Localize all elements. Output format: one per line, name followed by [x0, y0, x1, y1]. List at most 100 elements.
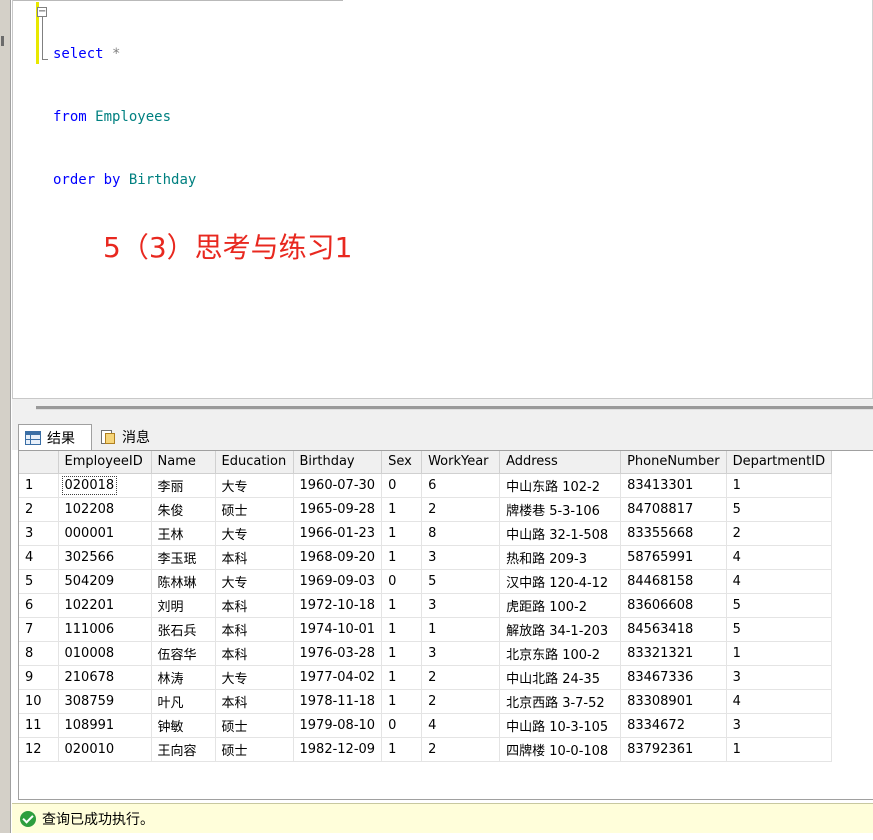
table-cell[interactable]: 102201: [58, 593, 152, 618]
table-cell[interactable]: 108991: [58, 713, 152, 738]
table-cell[interactable]: 大专: [215, 521, 294, 546]
table-cell[interactable]: 中山路 10-3-105: [499, 713, 622, 738]
row-number[interactable]: 10: [19, 689, 59, 714]
table-cell[interactable]: 1: [381, 593, 423, 618]
table-row[interactable]: 6 102201 刘明 本科 1972-10-18 1 3 虎距路 100-2 83606608…: [19, 593, 833, 618]
table-cell[interactable]: 302566: [58, 545, 152, 570]
table-row[interactable]: 8 010008 伍容华 本科 1976-03-28 1 3 北京东路 100-2 833213…: [19, 641, 833, 666]
table-cell[interactable]: 102208: [58, 497, 152, 522]
table-cell[interactable]: 1969-09-03: [293, 569, 383, 594]
table-cell[interactable]: 1978-11-18: [293, 689, 383, 714]
table-row[interactable]: 1 020018 李丽 大专 1960-07-30 0 6 中山东路 102-2 8341330…: [19, 473, 833, 498]
row-number[interactable]: 6: [19, 593, 59, 618]
column-header[interactable]: Name: [151, 451, 216, 474]
table-cell[interactable]: 朱俊: [151, 497, 216, 522]
collapse-icon[interactable]: −: [37, 7, 47, 17]
row-number[interactable]: 1: [19, 473, 59, 498]
table-cell[interactable]: 8334672: [620, 713, 727, 738]
table-cell[interactable]: 5: [421, 569, 501, 594]
tab-messages[interactable]: 消息: [94, 424, 174, 450]
table-cell[interactable]: 2: [421, 689, 501, 714]
row-number[interactable]: 2: [19, 497, 59, 522]
column-header[interactable]: DepartmentID: [726, 451, 833, 474]
table-cell[interactable]: 83321321: [620, 641, 727, 666]
table-cell[interactable]: 0: [381, 473, 423, 498]
table-cell[interactable]: 大专: [215, 569, 294, 594]
table-row[interactable]: 7 111006 张石兵 本科 1974-10-01 1 1 解放路 34-1-203 8456…: [19, 617, 833, 642]
table-cell[interactable]: 2: [421, 665, 501, 690]
table-cell[interactable]: 4: [726, 569, 833, 594]
table-cell[interactable]: 1: [726, 473, 833, 498]
column-header[interactable]: WorkYear: [421, 451, 501, 474]
table-row[interactable]: 4 302566 李玉珉 本科 1968-09-20 1 3 热和路 209-3 5876599…: [19, 545, 833, 570]
column-header[interactable]: Birthday: [293, 451, 383, 474]
table-cell[interactable]: 3: [726, 665, 833, 690]
table-cell[interactable]: 北京东路 100-2: [499, 641, 622, 666]
table-cell[interactable]: 0: [381, 713, 423, 738]
table-cell[interactable]: 3: [726, 713, 833, 738]
table-cell[interactable]: 大专: [215, 665, 294, 690]
column-header[interactable]: Sex: [381, 451, 423, 474]
table-cell[interactable]: 1: [381, 545, 423, 570]
table-cell[interactable]: 叶凡: [151, 689, 216, 714]
table-cell[interactable]: 1: [726, 641, 833, 666]
table-cell[interactable]: 1972-10-18: [293, 593, 383, 618]
table-cell[interactable]: 83413301: [620, 473, 727, 498]
table-cell[interactable]: 58765991: [620, 545, 727, 570]
column-header[interactable]: Education: [215, 451, 294, 474]
pane-splitter[interactable]: [12, 398, 873, 422]
table-cell[interactable]: 83467336: [620, 665, 727, 690]
table-cell[interactable]: 83308901: [620, 689, 727, 714]
table-cell[interactable]: 84708817: [620, 497, 727, 522]
tab-results[interactable]: 结果: [18, 424, 92, 450]
column-header[interactable]: Address: [499, 451, 622, 474]
row-number[interactable]: 9: [19, 665, 59, 690]
table-cell[interactable]: 本科: [215, 545, 294, 570]
table-cell[interactable]: 李玉珉: [151, 545, 216, 570]
table-cell[interactable]: 本科: [215, 593, 294, 618]
table-cell[interactable]: 308759: [58, 689, 152, 714]
row-number[interactable]: 11: [19, 713, 59, 738]
column-header[interactable]: EmployeeID: [58, 451, 152, 474]
table-cell[interactable]: 1: [421, 617, 501, 642]
table-cell[interactable]: 钟敏: [151, 713, 216, 738]
table-cell[interactable]: 83355668: [620, 521, 727, 546]
table-cell[interactable]: 1979-08-10: [293, 713, 383, 738]
table-cell[interactable]: 1: [381, 497, 423, 522]
table-cell[interactable]: 1968-09-20: [293, 545, 383, 570]
column-header[interactable]: PhoneNumber: [620, 451, 727, 474]
table-cell[interactable]: 1974-10-01: [293, 617, 383, 642]
table-cell[interactable]: 8: [421, 521, 501, 546]
table-cell[interactable]: 伍容华: [151, 641, 216, 666]
table-cell[interactable]: 3: [421, 593, 501, 618]
table-cell[interactable]: 虎距路 100-2: [499, 593, 622, 618]
table-cell[interactable]: 中山路 32-1-508: [499, 521, 622, 546]
table-cell[interactable]: 张石兵: [151, 617, 216, 642]
table-cell[interactable]: 2: [421, 497, 501, 522]
row-number[interactable]: 12: [19, 737, 59, 762]
table-cell[interactable]: 210678: [58, 665, 152, 690]
table-cell[interactable]: 83792361: [620, 737, 727, 762]
table-cell[interactable]: 5: [726, 497, 833, 522]
row-number[interactable]: 7: [19, 617, 59, 642]
row-number-header[interactable]: [19, 451, 59, 474]
table-cell[interactable]: 四牌楼 10-0-108: [499, 737, 622, 762]
table-cell[interactable]: 2: [726, 521, 833, 546]
table-row[interactable]: 12 020010 王向容 硕士 1982-12-09 1 2 四牌楼 10-0-108 837…: [19, 737, 833, 762]
table-cell[interactable]: 汉中路 120-4-12: [499, 569, 622, 594]
table-row[interactable]: 11 108991 钟敏 硕士 1979-08-10 0 4 中山路 10-3-105 8334…: [19, 713, 833, 738]
table-cell[interactable]: 中山东路 102-2: [499, 473, 622, 498]
table-cell[interactable]: 1: [381, 665, 423, 690]
table-cell[interactable]: 大专: [215, 473, 294, 498]
table-cell[interactable]: 李丽: [151, 473, 216, 498]
table-cell[interactable]: 84563418: [620, 617, 727, 642]
table-cell[interactable]: 5: [726, 593, 833, 618]
table-cell[interactable]: 硕士: [215, 713, 294, 738]
table-cell[interactable]: 010008: [58, 641, 152, 666]
table-cell[interactable]: 硕士: [215, 497, 294, 522]
table-cell[interactable]: 3: [421, 641, 501, 666]
table-cell[interactable]: 1966-01-23: [293, 521, 383, 546]
table-cell[interactable]: 4: [726, 545, 833, 570]
row-number[interactable]: 5: [19, 569, 59, 594]
table-cell[interactable]: 1965-09-28: [293, 497, 383, 522]
